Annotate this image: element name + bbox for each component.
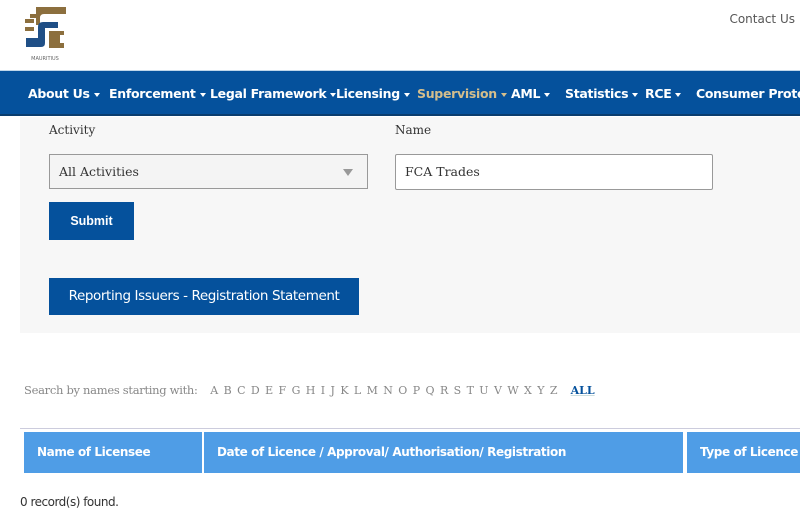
activity-select[interactable]: All Activities xyxy=(49,154,368,189)
letter-link-g[interactable]: G xyxy=(292,384,301,397)
letter-link-j[interactable]: J xyxy=(331,384,335,397)
letter-link-b[interactable]: B xyxy=(224,384,232,397)
records-count: 0 record(s) found. xyxy=(20,495,119,509)
letter-link-u[interactable]: U xyxy=(479,384,488,397)
nav-label: Statistics xyxy=(565,86,629,101)
reporting-issuers-button[interactable]: Reporting Issuers - Registration Stateme… xyxy=(49,278,359,315)
letter-all-link[interactable]: ALL xyxy=(571,384,595,397)
letter-link-o[interactable]: O xyxy=(398,384,407,397)
alphabet-filter: Search by names starting with: ABCDEFGHI… xyxy=(24,383,600,397)
letter-link-k[interactable]: K xyxy=(340,384,348,397)
letter-link-f[interactable]: F xyxy=(279,384,287,397)
caret-down-icon xyxy=(675,92,682,97)
caret-down-icon xyxy=(500,92,507,97)
activity-select-value: All Activities xyxy=(59,164,139,179)
letter-link-v[interactable]: V xyxy=(494,384,502,397)
nav-item-rce[interactable]: RCE xyxy=(645,71,682,114)
letter-link-c[interactable]: C xyxy=(237,384,245,397)
letter-link-p[interactable]: P xyxy=(413,384,420,397)
nav-label: Legal Framework xyxy=(210,86,327,101)
site-header: MAURITIUS Contact Us xyxy=(0,0,800,70)
column-header-type-of-licence[interactable]: Type of Licence xyxy=(687,432,800,473)
letter-link-r[interactable]: R xyxy=(440,384,448,397)
caret-down-icon xyxy=(403,92,410,97)
nav-item-enforcement[interactable]: Enforcement xyxy=(109,71,206,114)
table-divider xyxy=(20,428,800,429)
letter-list: ABCDEFGHIJKLMNOPQRSTUVWXYZ xyxy=(210,383,563,397)
nav-label: AML xyxy=(511,86,541,101)
letter-link-e[interactable]: E xyxy=(265,384,273,397)
main-nav: About Us Enforcement Legal Framework Lic… xyxy=(0,70,800,116)
letter-link-m[interactable]: M xyxy=(367,384,378,397)
fsc-logo[interactable]: MAURITIUS xyxy=(22,5,68,63)
caret-down-icon xyxy=(632,92,639,97)
name-input[interactable]: FCA Trades xyxy=(395,154,713,190)
nav-item-about-us[interactable]: About Us xyxy=(28,71,100,114)
letter-link-s[interactable]: S xyxy=(454,384,462,397)
nav-item-statistics[interactable]: Statistics xyxy=(565,71,639,114)
nav-label: Enforcement xyxy=(109,86,196,101)
logo-text: MAURITIUS xyxy=(31,56,59,62)
dropdown-arrow-icon xyxy=(343,169,353,176)
letter-link-h[interactable]: H xyxy=(306,384,316,397)
caret-down-icon xyxy=(199,92,206,97)
column-header-date-of-licence[interactable]: Date of Licence / Approval/ Authorisatio… xyxy=(204,432,683,473)
caret-down-icon xyxy=(93,92,100,97)
nav-label: RCE xyxy=(645,86,672,101)
letter-link-t[interactable]: T xyxy=(467,384,474,397)
nav-item-supervision[interactable]: Supervision xyxy=(417,71,507,114)
column-header-name-of-licensee[interactable]: Name of Licensee xyxy=(24,432,202,473)
caret-down-icon xyxy=(544,92,551,97)
name-label: Name xyxy=(395,123,432,137)
nav-item-consumer-protection[interactable]: Consumer Protect xyxy=(696,71,800,114)
letter-link-y[interactable]: Y xyxy=(537,384,544,397)
nav-label: About Us xyxy=(28,86,90,101)
contact-us-link[interactable]: Contact Us xyxy=(729,12,795,26)
letter-link-w[interactable]: W xyxy=(507,384,518,397)
nav-label: Supervision xyxy=(417,86,497,101)
submit-button[interactable]: Submit xyxy=(49,202,134,240)
letter-link-d[interactable]: D xyxy=(251,384,260,397)
letter-link-z[interactable]: Z xyxy=(550,384,558,397)
letter-link-n[interactable]: N xyxy=(383,384,393,397)
letter-link-i[interactable]: I xyxy=(321,384,325,397)
nav-item-aml[interactable]: AML xyxy=(511,71,551,114)
activity-label: Activity xyxy=(49,123,96,137)
nav-label: Consumer Protect xyxy=(696,86,800,101)
alphabet-label: Search by names starting with: xyxy=(24,383,198,397)
letter-link-l[interactable]: L xyxy=(354,384,361,397)
nav-item-legal-framework[interactable]: Legal Framework xyxy=(210,71,337,114)
nav-label: Licensing xyxy=(336,86,400,101)
nav-item-licensing[interactable]: Licensing xyxy=(336,71,410,114)
letter-link-a[interactable]: A xyxy=(210,384,218,397)
letter-link-x[interactable]: X xyxy=(524,384,532,397)
letter-link-q[interactable]: Q xyxy=(426,384,435,397)
